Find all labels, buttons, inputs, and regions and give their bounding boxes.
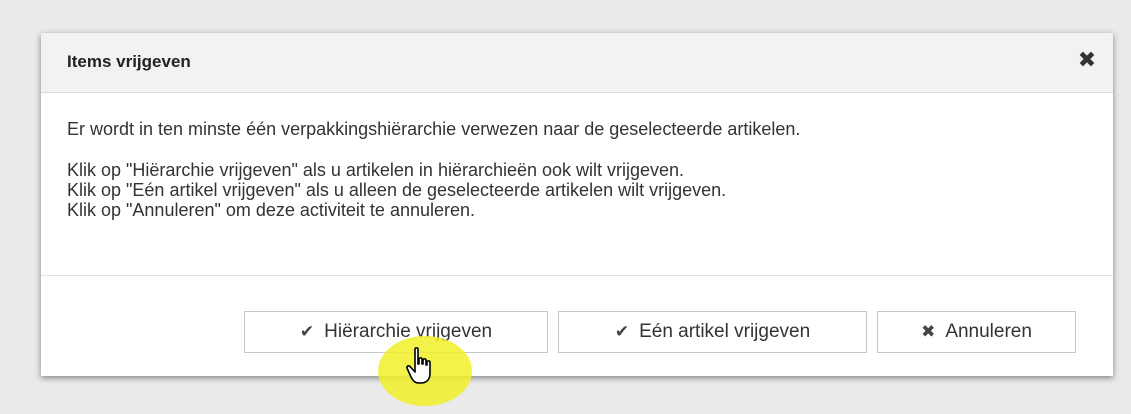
instructions: Klik op "Hiërarchie vrijgeven" als u art… (67, 160, 1087, 220)
dialog-message: Er wordt in ten minste één verpakkingshi… (67, 119, 801, 139)
instruction-cancel: Klik op "Annuleren" om deze activiteit t… (67, 200, 476, 220)
release-single-button[interactable]: ✔ Eén artikel vrijgeven (558, 311, 867, 353)
check-icon: ✔ (614, 322, 630, 341)
release-hierarchy-button[interactable]: ✔ Hiërarchie vrijgeven (244, 311, 548, 353)
release-items-dialog: Items vrijgeven ✖ Er wordt in ten minste… (41, 33, 1113, 376)
dialog-footer: ✔ Hiërarchie vrijgeven ✔ Eén artikel vri… (41, 276, 1113, 376)
release-single-label: Eén artikel vrijgeven (639, 321, 811, 342)
dialog-header: Items vrijgeven ✖ (41, 33, 1113, 93)
close-icon: ✖ (921, 322, 936, 341)
dialog-title: Items vrijgeven (67, 52, 191, 71)
instruction-hierarchy: Klik op "Hiërarchie vrijgeven" als u art… (67, 160, 685, 180)
instruction-single: Klik op "Eén artikel vrijgeven" als u al… (67, 180, 727, 200)
cancel-label: Annuleren (945, 321, 1032, 342)
check-icon: ✔ (299, 322, 315, 341)
cancel-button[interactable]: ✖ Annuleren (877, 311, 1076, 353)
dialog-body: Er wordt in ten minste één verpakkingshi… (41, 93, 1113, 276)
close-icon[interactable]: ✖ (1075, 48, 1099, 72)
release-hierarchy-label: Hiërarchie vrijgeven (324, 321, 493, 342)
